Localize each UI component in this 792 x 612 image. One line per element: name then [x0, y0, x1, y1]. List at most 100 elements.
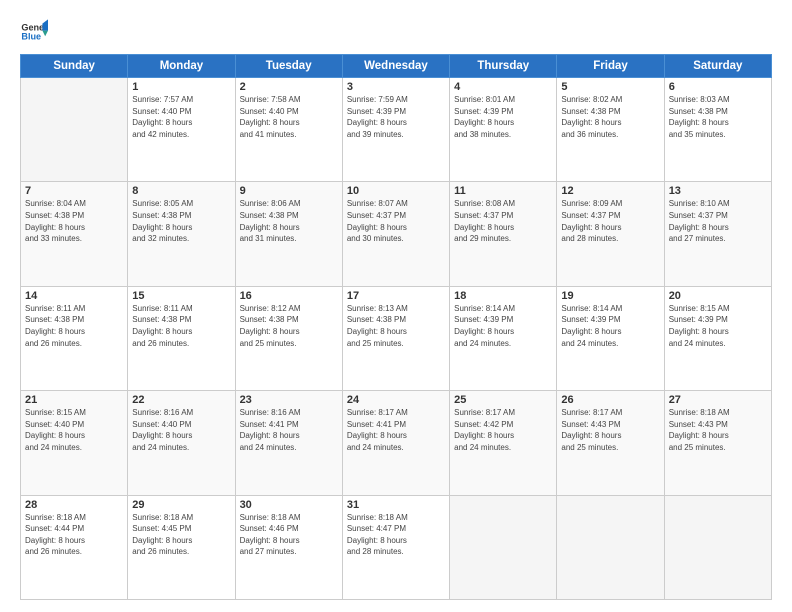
calendar-week-row: 14Sunrise: 8:11 AMSunset: 4:38 PMDayligh… [21, 286, 772, 390]
day-number: 23 [240, 394, 338, 406]
day-info: Sunrise: 8:18 AMSunset: 4:43 PMDaylight:… [669, 407, 767, 453]
day-info: Sunrise: 7:57 AMSunset: 4:40 PMDaylight:… [132, 94, 230, 140]
calendar-header-wednesday: Wednesday [342, 55, 449, 78]
day-number: 6 [669, 81, 767, 93]
svg-text:Blue: Blue [21, 32, 41, 42]
day-info: Sunrise: 8:07 AMSunset: 4:37 PMDaylight:… [347, 198, 445, 244]
calendar-day-cell: 6Sunrise: 8:03 AMSunset: 4:38 PMDaylight… [664, 78, 771, 182]
day-info: Sunrise: 8:16 AMSunset: 4:40 PMDaylight:… [132, 407, 230, 453]
calendar-day-cell [450, 495, 557, 599]
day-number: 28 [25, 499, 123, 511]
calendar-day-cell: 22Sunrise: 8:16 AMSunset: 4:40 PMDayligh… [128, 391, 235, 495]
header: General Blue [20, 18, 772, 46]
calendar-day-cell: 20Sunrise: 8:15 AMSunset: 4:39 PMDayligh… [664, 286, 771, 390]
day-info: Sunrise: 8:11 AMSunset: 4:38 PMDaylight:… [132, 303, 230, 349]
calendar-header-friday: Friday [557, 55, 664, 78]
day-info: Sunrise: 8:17 AMSunset: 4:42 PMDaylight:… [454, 407, 552, 453]
day-number: 10 [347, 185, 445, 197]
page: General Blue SundayMondayTuesdayWednesda… [0, 0, 792, 612]
calendar-day-cell: 28Sunrise: 8:18 AMSunset: 4:44 PMDayligh… [21, 495, 128, 599]
calendar-day-cell [557, 495, 664, 599]
calendar-day-cell [664, 495, 771, 599]
calendar-day-cell: 31Sunrise: 8:18 AMSunset: 4:47 PMDayligh… [342, 495, 449, 599]
calendar-header-tuesday: Tuesday [235, 55, 342, 78]
calendar-week-row: 7Sunrise: 8:04 AMSunset: 4:38 PMDaylight… [21, 182, 772, 286]
calendar-header-row: SundayMondayTuesdayWednesdayThursdayFrid… [21, 55, 772, 78]
calendar-day-cell: 14Sunrise: 8:11 AMSunset: 4:38 PMDayligh… [21, 286, 128, 390]
calendar-header-sunday: Sunday [21, 55, 128, 78]
calendar-day-cell: 13Sunrise: 8:10 AMSunset: 4:37 PMDayligh… [664, 182, 771, 286]
calendar-day-cell: 11Sunrise: 8:08 AMSunset: 4:37 PMDayligh… [450, 182, 557, 286]
day-info: Sunrise: 8:04 AMSunset: 4:38 PMDaylight:… [25, 198, 123, 244]
calendar-week-row: 21Sunrise: 8:15 AMSunset: 4:40 PMDayligh… [21, 391, 772, 495]
day-info: Sunrise: 8:08 AMSunset: 4:37 PMDaylight:… [454, 198, 552, 244]
calendar-day-cell: 23Sunrise: 8:16 AMSunset: 4:41 PMDayligh… [235, 391, 342, 495]
calendar-table: SundayMondayTuesdayWednesdayThursdayFrid… [20, 54, 772, 600]
day-info: Sunrise: 8:18 AMSunset: 4:46 PMDaylight:… [240, 512, 338, 558]
day-info: Sunrise: 8:14 AMSunset: 4:39 PMDaylight:… [561, 303, 659, 349]
calendar-header-monday: Monday [128, 55, 235, 78]
day-number: 15 [132, 290, 230, 302]
day-number: 7 [25, 185, 123, 197]
day-number: 4 [454, 81, 552, 93]
day-number: 30 [240, 499, 338, 511]
day-info: Sunrise: 8:06 AMSunset: 4:38 PMDaylight:… [240, 198, 338, 244]
day-number: 27 [669, 394, 767, 406]
calendar-day-cell: 30Sunrise: 8:18 AMSunset: 4:46 PMDayligh… [235, 495, 342, 599]
calendar-day-cell: 8Sunrise: 8:05 AMSunset: 4:38 PMDaylight… [128, 182, 235, 286]
calendar-day-cell: 15Sunrise: 8:11 AMSunset: 4:38 PMDayligh… [128, 286, 235, 390]
day-number: 13 [669, 185, 767, 197]
day-info: Sunrise: 8:18 AMSunset: 4:44 PMDaylight:… [25, 512, 123, 558]
day-info: Sunrise: 8:03 AMSunset: 4:38 PMDaylight:… [669, 94, 767, 140]
day-number: 16 [240, 290, 338, 302]
day-info: Sunrise: 8:09 AMSunset: 4:37 PMDaylight:… [561, 198, 659, 244]
day-number: 9 [240, 185, 338, 197]
calendar-day-cell: 4Sunrise: 8:01 AMSunset: 4:39 PMDaylight… [450, 78, 557, 182]
logo: General Blue [20, 18, 50, 46]
day-number: 12 [561, 185, 659, 197]
calendar-day-cell: 18Sunrise: 8:14 AMSunset: 4:39 PMDayligh… [450, 286, 557, 390]
calendar-day-cell: 26Sunrise: 8:17 AMSunset: 4:43 PMDayligh… [557, 391, 664, 495]
day-number: 3 [347, 81, 445, 93]
day-info: Sunrise: 7:59 AMSunset: 4:39 PMDaylight:… [347, 94, 445, 140]
calendar-day-cell: 19Sunrise: 8:14 AMSunset: 4:39 PMDayligh… [557, 286, 664, 390]
calendar-day-cell: 2Sunrise: 7:58 AMSunset: 4:40 PMDaylight… [235, 78, 342, 182]
calendar-day-cell: 27Sunrise: 8:18 AMSunset: 4:43 PMDayligh… [664, 391, 771, 495]
day-number: 18 [454, 290, 552, 302]
calendar-day-cell: 1Sunrise: 7:57 AMSunset: 4:40 PMDaylight… [128, 78, 235, 182]
calendar-day-cell: 17Sunrise: 8:13 AMSunset: 4:38 PMDayligh… [342, 286, 449, 390]
day-number: 14 [25, 290, 123, 302]
calendar-day-cell: 12Sunrise: 8:09 AMSunset: 4:37 PMDayligh… [557, 182, 664, 286]
day-info: Sunrise: 8:18 AMSunset: 4:45 PMDaylight:… [132, 512, 230, 558]
day-number: 8 [132, 185, 230, 197]
day-info: Sunrise: 8:16 AMSunset: 4:41 PMDaylight:… [240, 407, 338, 453]
calendar-day-cell: 25Sunrise: 8:17 AMSunset: 4:42 PMDayligh… [450, 391, 557, 495]
day-number: 24 [347, 394, 445, 406]
calendar-day-cell: 7Sunrise: 8:04 AMSunset: 4:38 PMDaylight… [21, 182, 128, 286]
day-info: Sunrise: 8:01 AMSunset: 4:39 PMDaylight:… [454, 94, 552, 140]
day-number: 11 [454, 185, 552, 197]
calendar-day-cell: 5Sunrise: 8:02 AMSunset: 4:38 PMDaylight… [557, 78, 664, 182]
calendar-day-cell: 21Sunrise: 8:15 AMSunset: 4:40 PMDayligh… [21, 391, 128, 495]
day-info: Sunrise: 7:58 AMSunset: 4:40 PMDaylight:… [240, 94, 338, 140]
calendar-day-cell: 16Sunrise: 8:12 AMSunset: 4:38 PMDayligh… [235, 286, 342, 390]
day-number: 21 [25, 394, 123, 406]
day-info: Sunrise: 8:05 AMSunset: 4:38 PMDaylight:… [132, 198, 230, 244]
calendar-day-cell [21, 78, 128, 182]
calendar-day-cell: 10Sunrise: 8:07 AMSunset: 4:37 PMDayligh… [342, 182, 449, 286]
calendar-header-saturday: Saturday [664, 55, 771, 78]
calendar-header-thursday: Thursday [450, 55, 557, 78]
day-number: 1 [132, 81, 230, 93]
day-number: 17 [347, 290, 445, 302]
day-info: Sunrise: 8:02 AMSunset: 4:38 PMDaylight:… [561, 94, 659, 140]
day-number: 22 [132, 394, 230, 406]
day-number: 29 [132, 499, 230, 511]
calendar-day-cell: 24Sunrise: 8:17 AMSunset: 4:41 PMDayligh… [342, 391, 449, 495]
day-info: Sunrise: 8:18 AMSunset: 4:47 PMDaylight:… [347, 512, 445, 558]
day-info: Sunrise: 8:15 AMSunset: 4:39 PMDaylight:… [669, 303, 767, 349]
day-number: 19 [561, 290, 659, 302]
day-info: Sunrise: 8:13 AMSunset: 4:38 PMDaylight:… [347, 303, 445, 349]
day-number: 26 [561, 394, 659, 406]
calendar-day-cell: 29Sunrise: 8:18 AMSunset: 4:45 PMDayligh… [128, 495, 235, 599]
day-info: Sunrise: 8:11 AMSunset: 4:38 PMDaylight:… [25, 303, 123, 349]
